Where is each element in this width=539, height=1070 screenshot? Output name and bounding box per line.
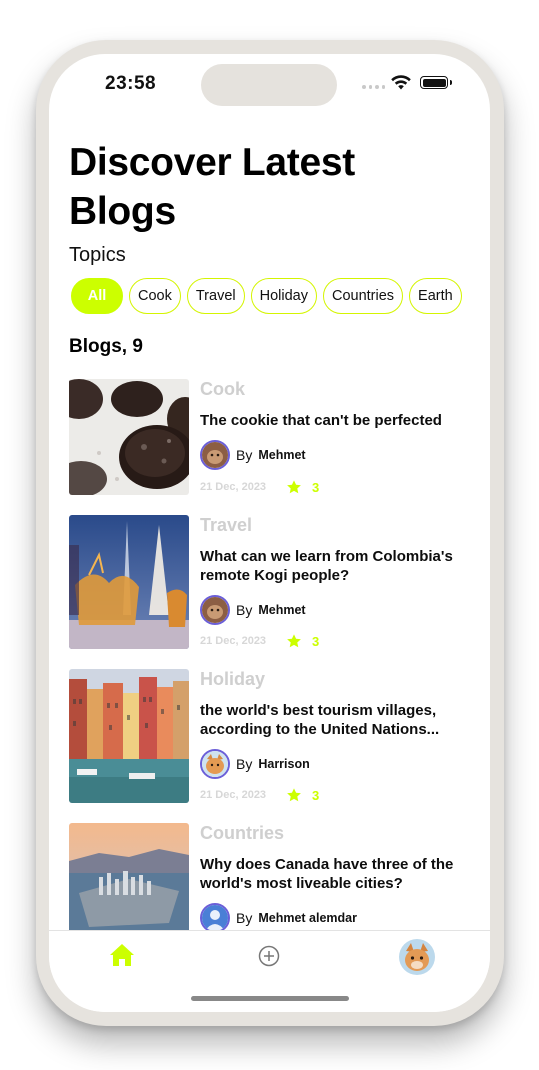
author-name: Mehmet alemdar [258,911,357,925]
topic-chip-cook[interactable]: Cook [129,278,181,314]
blog-meta: 21 Dec, 2023 3 [200,787,319,803]
page-title: Discover Latest Blogs [69,141,355,233]
blog-author: By Harrison [200,749,310,779]
blog-title: What can we learn from Colombia's remote… [200,548,453,584]
topic-chip-countries[interactable]: Countries [322,278,404,314]
blog-author: By Mehmet [200,440,306,470]
blog-title: the world's best tourism villages, accor… [200,702,440,738]
author-name: Mehmet [258,603,306,617]
author-name: Harrison [258,757,310,771]
blog-title: The cookie that can't be perfected [200,412,442,429]
home-icon[interactable] [109,943,135,972]
author-prefix: By [236,756,253,772]
author-name: Mehmet [258,448,306,462]
author-avatar [200,749,230,779]
blog-thumbnail-image [69,669,189,803]
blog-date: 21 Dec, 2023 [200,481,267,493]
author-prefix: By [236,910,253,926]
author-prefix: By [236,447,253,463]
topic-chip-travel[interactable]: Travel [186,278,245,314]
blog-category: Holiday [200,669,266,689]
blog-author: By Mehmet alemdar [200,903,357,933]
blog-thumbnail-image [69,379,189,495]
status-time: 23:58 [105,73,157,94]
dynamic-island [201,64,337,106]
star-icon [287,788,301,802]
author-avatar [200,440,230,470]
blog-title: Why does Canada have three of the world'… [200,856,454,892]
cellular-signal-icon [362,85,385,89]
app-screen: 23:58 Discover Latest Blogs Topics All C… [49,54,490,1012]
blog-meta: 21 Dec, 2023 3 [200,633,319,649]
blog-category: Countries [200,823,285,843]
blog-thumbnail-image [69,515,189,649]
topic-chip-holiday[interactable]: Holiday [250,278,317,314]
author-avatar [200,903,230,933]
blogs-count-heading: Blogs, 9 [69,336,143,357]
star-icon [287,634,301,648]
wifi-icon [390,74,412,95]
blog-category: Cook [200,379,245,399]
blog-author: By Mehmet [200,595,306,625]
author-prefix: By [236,602,253,618]
topic-chip-all[interactable]: All [71,278,123,314]
topic-chips: All Cook Travel Holiday Countries Earth [71,278,462,314]
blog-rating: 3 [312,787,320,803]
add-icon[interactable] [257,944,281,973]
profile-avatar[interactable] [399,939,435,975]
blog-rating: 3 [312,633,320,649]
author-avatar [200,595,230,625]
blog-date: 21 Dec, 2023 [200,789,267,801]
blog-meta: 21 Dec, 2023 3 [200,479,319,495]
blog-category: Travel [200,515,253,535]
topics-label: Topics [69,244,126,266]
star-icon [287,480,301,494]
home-indicator [191,996,349,1001]
blog-date: 21 Dec, 2023 [200,635,267,647]
blog-rating: 3 [312,479,320,495]
topic-chip-earth[interactable]: Earth [409,278,462,314]
battery-icon [420,76,452,89]
